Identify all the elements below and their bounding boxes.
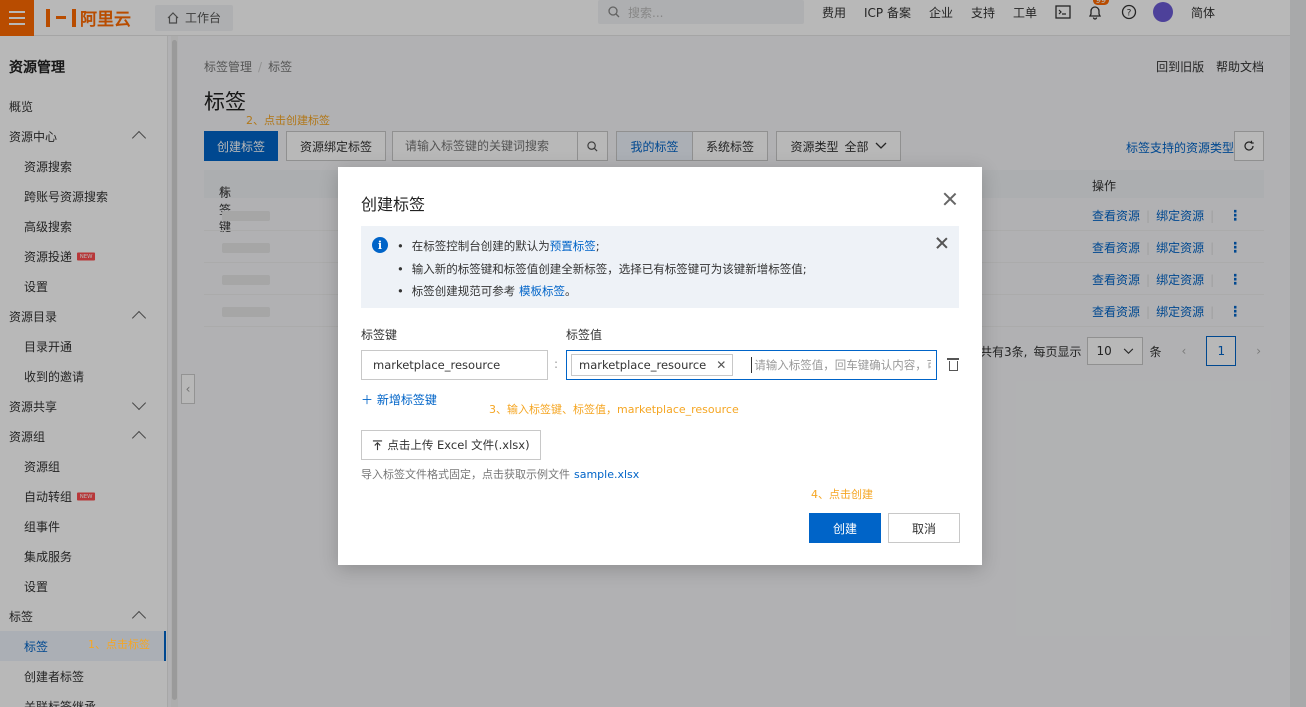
notice-line-3-suffix: 。: [564, 284, 577, 298]
create-button[interactable]: 创建: [809, 513, 881, 543]
notice-line-2: 输入新的标签键和标签值创建全新标签，选择已有标签键可为该键新增标签值;: [397, 258, 807, 281]
info-notice: i 在标签控制台创建的默认为预置标签; 输入新的标签键和标签值创建全新标签，选择…: [361, 226, 959, 308]
tag-value-chip: marketplace_resource ✕: [571, 354, 734, 376]
add-tag-key-label: 新增标签键: [376, 393, 437, 407]
upload-icon: [373, 439, 383, 450]
notice-line-3-text: 标签创建规范可参考: [411, 284, 516, 298]
plus-icon: ＋: [361, 393, 374, 407]
add-tag-key-button[interactable]: ＋ 新增标签键: [361, 391, 437, 408]
tag-value-input[interactable]: marketplace_resource ✕ 请输入标签值，回车键确认内容，可: [566, 350, 937, 380]
create-tag-dialog: 创建标签 i 在标签控制台创建的默认为预置标签; 输入新的标签键和标签值创建全新…: [338, 167, 982, 565]
tag-value-placeholder: 请输入标签值，回车键确认内容，可: [751, 357, 931, 373]
notice-line-3: 标签创建规范可参考 模板标签。: [397, 280, 807, 303]
annotation-step1: 1、点击标签: [88, 638, 150, 651]
upload-excel-button[interactable]: 点击上传 Excel 文件(.xlsx): [361, 430, 541, 460]
notice-line-1-suffix: ;: [595, 239, 600, 253]
dialog-title: 创建标签: [361, 195, 426, 214]
tag-key-input[interactable]: marketplace_resource: [361, 350, 548, 380]
chip-remove-icon[interactable]: ✕: [716, 358, 726, 372]
annotation-step4: 4、点击创建: [811, 488, 873, 501]
template-tag-link[interactable]: 模板标签: [519, 284, 565, 298]
import-hint: 导入标签文件格式固定，点击获取示例文件 sample.xlsx: [361, 466, 639, 482]
notice-line-1-text: 在标签控制台创建的默认为: [411, 239, 550, 253]
notice-list: 在标签控制台创建的默认为预置标签; 输入新的标签键和标签值创建全新标签，选择已有…: [397, 235, 807, 303]
upload-excel-label: 点击上传 Excel 文件(.xlsx): [387, 438, 530, 452]
dialog-close-icon[interactable]: [944, 193, 956, 205]
cancel-button[interactable]: 取消: [888, 513, 960, 543]
info-icon: i: [372, 237, 388, 253]
key-value-separator: :: [554, 357, 559, 371]
sample-file-link[interactable]: sample.xlsx: [574, 468, 639, 481]
tag-key-label: 标签键: [361, 328, 398, 342]
delete-row-icon[interactable]: [947, 357, 959, 371]
import-hint-text: 导入标签文件格式固定，点击获取示例文件: [361, 468, 570, 481]
notice-line-1: 在标签控制台创建的默认为预置标签;: [397, 235, 807, 258]
tag-value-chip-label: marketplace_resource: [579, 358, 707, 372]
preset-tag-link[interactable]: 预置标签: [550, 239, 596, 253]
tag-value-label: 标签值: [566, 328, 603, 342]
annotation-step3: 3、输入标签键、标签值，marketplace_resource: [489, 403, 739, 416]
notice-close-icon[interactable]: [937, 238, 947, 248]
